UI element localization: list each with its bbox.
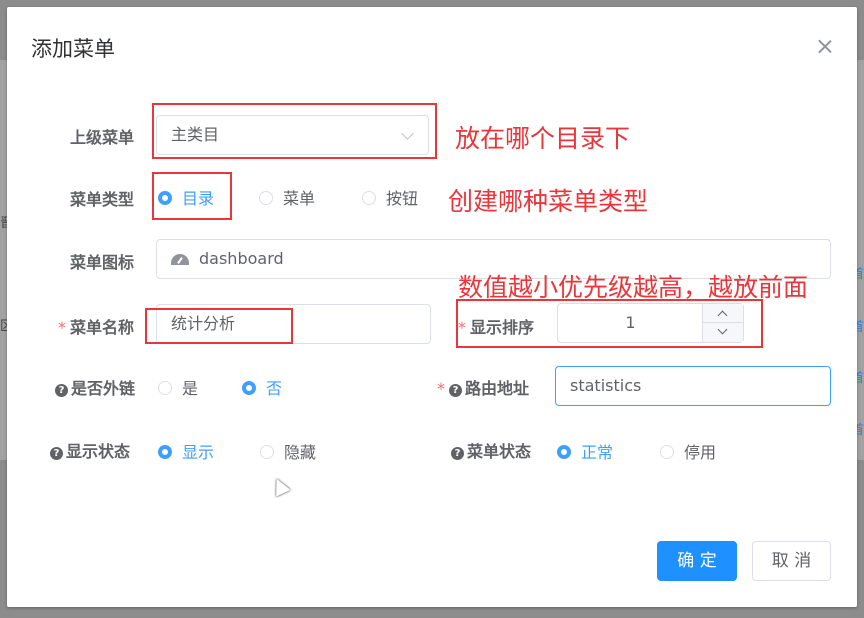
display-order-value[interactable]: 1 (558, 304, 703, 342)
parent-menu-select[interactable]: 主类目 (156, 115, 429, 155)
radio-dot (660, 445, 674, 459)
radio-dot (242, 381, 256, 395)
display-order-stepper[interactable]: 1 (557, 303, 744, 343)
display-order-label: * 显示排序 (458, 318, 535, 337)
parent-menu-label: 上级菜单 (70, 128, 135, 147)
radio-dot (259, 191, 273, 205)
dashboard-icon (171, 254, 189, 265)
menu-status-label: ? 菜单状态 (451, 438, 531, 462)
radio-menu-type-menu[interactable]: 菜单 (259, 185, 315, 209)
external-link-label: ? 是否外链 (55, 375, 135, 399)
question-circle-icon[interactable]: ? (55, 384, 68, 397)
route-path-label: *? 路由地址 (437, 379, 530, 398)
question-circle-icon[interactable]: ? (451, 447, 464, 460)
radio-display-hide[interactable]: 隐藏 (260, 439, 316, 463)
close-icon[interactable] (815, 37, 835, 57)
menu-name-input[interactable]: 统计分析 (156, 304, 431, 344)
chevron-up-icon[interactable] (703, 304, 743, 323)
radio-external-yes[interactable]: 是 (158, 375, 198, 399)
annotation-type-note: 创建哪种菜单类型 (448, 187, 649, 216)
radio-dot (158, 381, 172, 395)
radio-dot (260, 445, 274, 459)
radio-status-disabled[interactable]: 停用 (660, 439, 716, 463)
annotation-order-note: 数值越小优先级越高，越放前面 (458, 273, 809, 302)
menu-name-value: 统计分析 (171, 314, 236, 333)
radio-dot (362, 191, 376, 205)
radio-dot (557, 445, 571, 459)
menu-icon-value: dashboard (199, 249, 284, 268)
cancel-button[interactable]: 取 消 (752, 541, 831, 581)
stepper-buttons (702, 304, 743, 342)
radio-menu-type-button[interactable]: 按钮 (362, 185, 418, 209)
chevron-down-icon (401, 127, 414, 140)
question-circle-icon[interactable]: ? (50, 447, 63, 460)
route-path-input[interactable]: statistics (555, 366, 831, 406)
menu-name-label: * 菜单名称 (58, 318, 135, 337)
radio-dot (158, 445, 172, 459)
confirm-button[interactable]: 确 定 (657, 541, 737, 581)
menu-icon-label: 菜单图标 (70, 253, 135, 272)
radio-dot (158, 191, 172, 205)
radio-status-normal[interactable]: 正常 (557, 439, 613, 463)
chevron-down-icon[interactable] (703, 323, 743, 342)
radio-menu-type-directory[interactable]: 目录 (158, 185, 214, 209)
route-path-value: statistics (570, 376, 642, 395)
display-status-label: ? 显示状态 (50, 438, 130, 462)
annotation-parent-note: 放在哪个目录下 (455, 124, 631, 153)
menu-type-label: 菜单类型 (70, 190, 135, 209)
question-circle-icon[interactable]: ? (449, 384, 462, 397)
radio-external-no[interactable]: 否 (242, 375, 282, 399)
radio-display-show[interactable]: 显示 (158, 439, 214, 463)
parent-menu-value: 主类目 (171, 125, 220, 144)
dialog-title: 添加菜单 (31, 37, 115, 61)
